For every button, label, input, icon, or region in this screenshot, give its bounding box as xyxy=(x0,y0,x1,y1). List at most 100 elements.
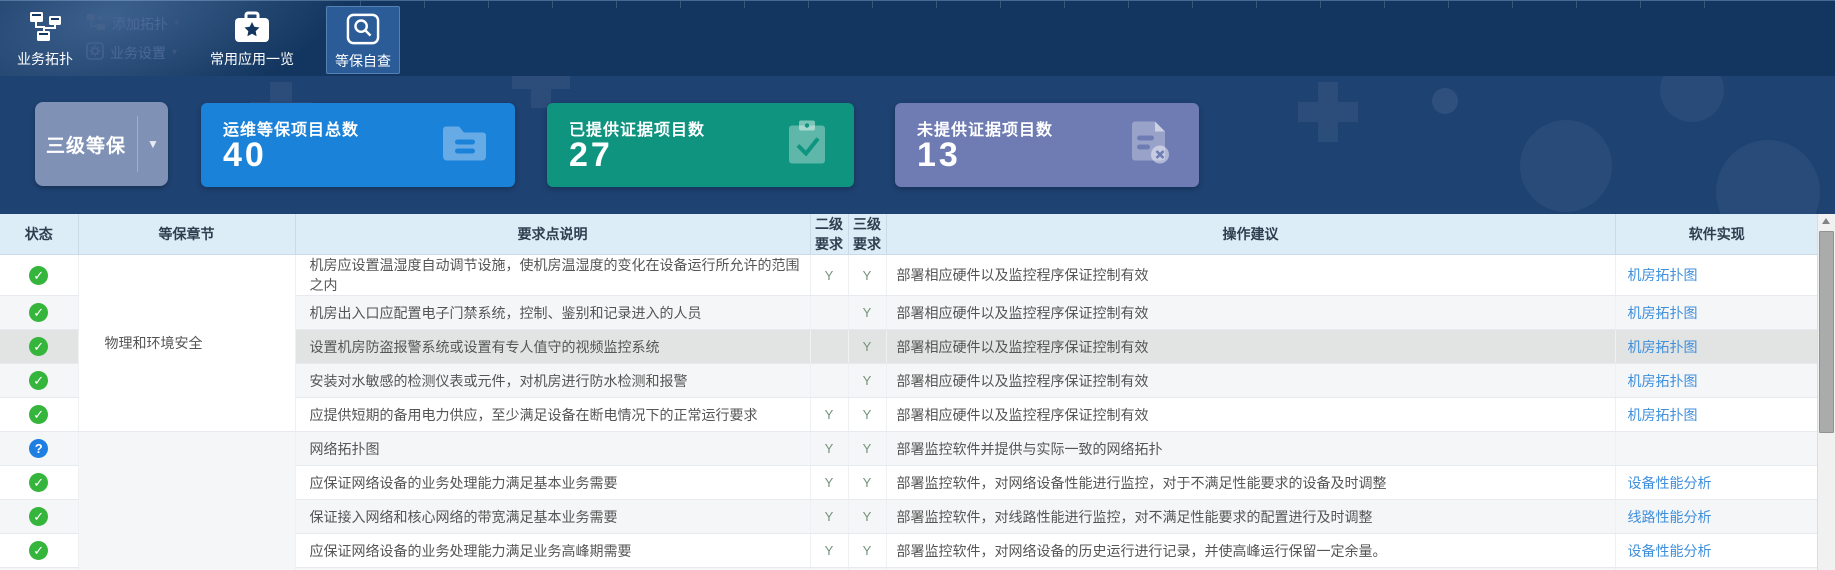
protection-level-value: 三级等保 xyxy=(35,131,137,158)
status-pass-icon: ✓ xyxy=(29,405,48,424)
chapter-cell: 网络和通信安全-网络架构 xyxy=(78,432,295,570)
software-link[interactable]: 机房拓扑图 xyxy=(1628,373,1698,389)
software-link[interactable]: 机房拓扑图 xyxy=(1628,267,1698,283)
evidence-provided-value: 27 xyxy=(569,136,613,175)
top-toolbar: 业务拓扑 添加拓扑 ▾ 业务设置 ▾ 常用应用一览 等保自查 xyxy=(0,0,1835,76)
table-header-row: 状态 等保章节 要求点说明 二级要求 三级要求 操作建议 软件实现 xyxy=(0,214,1818,255)
business-topology-button[interactable]: 业务拓扑 xyxy=(12,11,78,69)
chapter-cell: 物理和环境安全 xyxy=(78,255,295,432)
common-apps-label: 常用应用一览 xyxy=(210,51,294,67)
software-link[interactable]: 机房拓扑图 xyxy=(1628,339,1698,355)
evidence-provided-card[interactable]: 已提供证据项目数 27 xyxy=(547,103,854,187)
chevron-down-icon: ▼ xyxy=(138,137,168,151)
status-pass-icon: ✓ xyxy=(29,337,48,356)
table-row[interactable]: ✓物理和环境安全机房应设置温湿度自动调节设施，使机房温湿度的变化在设备运行所允许… xyxy=(0,255,1818,296)
level3-cell: Y xyxy=(848,466,886,500)
table-body: ✓物理和环境安全机房应设置温湿度自动调节设施，使机房温湿度的变化在设备运行所允许… xyxy=(0,255,1818,570)
software-link[interactable]: 机房拓扑图 xyxy=(1628,305,1698,321)
business-settings-label: 业务设置 xyxy=(110,43,166,63)
advice-cell: 部署相应硬件以及监控程序保证控制有效 xyxy=(886,364,1615,398)
level2-cell xyxy=(810,330,848,364)
status-cell: ✓ xyxy=(0,296,78,330)
requirement-cell: 应提供短期的备用电力供应，至少满足设备在断电情况下的正常运行要求 xyxy=(295,398,810,432)
header-status: 状态 xyxy=(0,214,78,255)
advice-cell: 部署相应硬件以及监控程序保证控制有效 xyxy=(886,330,1615,364)
total-projects-card[interactable]: 运维等保项目总数 40 xyxy=(201,103,515,187)
software-cell: 设备性能分析 xyxy=(1615,466,1818,500)
software-cell xyxy=(1615,432,1818,466)
level2-cell xyxy=(810,296,848,330)
requirement-cell: 网络拓扑图 xyxy=(295,432,810,466)
business-settings-button-disabled: 业务设置 ▾ xyxy=(86,42,196,63)
status-cell: ✓ xyxy=(0,330,78,364)
level3-cell: Y xyxy=(848,296,886,330)
software-cell: 机房拓扑图 xyxy=(1615,296,1818,330)
toolbar-top-highlight xyxy=(0,0,1835,1)
scrollbar-thumb[interactable] xyxy=(1819,231,1834,433)
level3-cell: Y xyxy=(848,534,886,568)
evidence-missing-card[interactable]: 未提供证据项目数 13 xyxy=(895,103,1199,187)
software-cell: 机房拓扑图 xyxy=(1615,398,1818,432)
settings-icon xyxy=(86,42,104,63)
advice-cell: 部署监控软件，对网络设备的历史运行进行记录，并使高峰运行保留一定余量。 xyxy=(886,534,1615,568)
header-chapter: 等保章节 xyxy=(78,214,295,255)
status-pass-icon: ✓ xyxy=(29,473,48,492)
add-topology-button-disabled: 添加拓扑 ▾ xyxy=(86,13,196,34)
chevron-down-icon: ▾ xyxy=(174,18,179,29)
software-link[interactable]: 机房拓扑图 xyxy=(1628,407,1698,423)
scroll-up-icon[interactable] xyxy=(1822,218,1830,224)
level2-cell: Y xyxy=(810,466,848,500)
software-cell: 机房拓扑图 xyxy=(1615,255,1818,296)
document-x-icon xyxy=(1129,120,1173,171)
requirement-cell: 应保证网络设备的业务处理能力满足业务高峰期需要 xyxy=(295,534,810,568)
requirement-cell: 应保证网络设备的业务处理能力满足基本业务需要 xyxy=(295,466,810,500)
advice-cell: 部署相应硬件以及监控程序保证控制有效 xyxy=(886,296,1615,330)
stats-band: 三级等保 ▼ 运维等保项目总数 40 已提供证据项目数 27 未提供证据项目数 … xyxy=(0,76,1835,214)
clipboard-check-icon xyxy=(786,120,828,171)
software-link[interactable]: 设备性能分析 xyxy=(1628,475,1712,491)
status-cell: ✓ xyxy=(0,364,78,398)
status-cell: ✓ xyxy=(0,466,78,500)
status-pass-icon: ✓ xyxy=(29,507,48,526)
level3-cell: Y xyxy=(848,330,886,364)
level2-cell xyxy=(810,364,848,398)
header-software: 软件实现 xyxy=(1615,214,1818,255)
level2-cell: Y xyxy=(810,398,848,432)
compliance-self-check-button-selected[interactable]: 等保自查 xyxy=(326,6,400,74)
magnifier-icon xyxy=(327,13,399,48)
status-cell: ✓ xyxy=(0,255,78,296)
status-cell: ✓ xyxy=(0,398,78,432)
level2-cell: Y xyxy=(810,432,848,466)
status-pass-icon: ✓ xyxy=(29,303,48,322)
status-pass-icon: ✓ xyxy=(29,371,48,390)
level2-cell: Y xyxy=(810,255,848,296)
status-pass-icon: ✓ xyxy=(29,541,48,560)
add-topology-icon xyxy=(86,13,106,34)
software-link[interactable]: 线路性能分析 xyxy=(1628,509,1712,525)
vertical-scrollbar[interactable] xyxy=(1817,214,1835,570)
circle-decoration xyxy=(1520,120,1612,212)
advice-cell: 部署监控软件，对线路性能进行监控，对不满足性能要求的配置进行及时调整 xyxy=(886,500,1615,534)
advice-cell: 部署监控软件并提供与实际一致的网络拓扑 xyxy=(886,432,1615,466)
table-row[interactable]: ?网络和通信安全-网络架构网络拓扑图YY部署监控软件并提供与实际一致的网络拓扑 xyxy=(0,432,1818,466)
software-link[interactable]: 设备性能分析 xyxy=(1628,543,1712,559)
software-cell: 机房拓扑图 xyxy=(1615,364,1818,398)
advice-cell: 部署相应硬件以及监控程序保证控制有效 xyxy=(886,255,1615,296)
header-level2: 二级要求 xyxy=(810,214,848,255)
business-topology-label: 业务拓扑 xyxy=(17,51,73,67)
common-apps-button[interactable]: 常用应用一览 xyxy=(206,11,298,69)
header-level3: 三级要求 xyxy=(848,214,886,255)
level3-cell: Y xyxy=(848,398,886,432)
status-question-icon: ? xyxy=(29,439,48,458)
advice-cell: 部署相应硬件以及监控程序保证控制有效 xyxy=(886,398,1615,432)
requirement-cell: 机房出入口应配置电子门禁系统，控制、鉴别和记录进入的人员 xyxy=(295,296,810,330)
level3-cell: Y xyxy=(848,432,886,466)
advice-cell: 部署监控软件，对网络设备性能进行监控，对于不满足性能要求的设备及时调整 xyxy=(886,466,1615,500)
software-cell: 线路性能分析 xyxy=(1615,500,1818,534)
briefcase-star-icon xyxy=(206,11,298,46)
protection-level-dropdown[interactable]: 三级等保 ▼ xyxy=(35,102,168,186)
evidence-missing-value: 13 xyxy=(917,136,961,175)
circle-decoration xyxy=(1660,76,1724,122)
compliance-table: 状态 等保章节 要求点说明 二级要求 三级要求 操作建议 软件实现 ✓物理和环境… xyxy=(0,214,1818,570)
requirement-cell: 安装对水敏感的检测仪表或元件，对机房进行防水检测和报警 xyxy=(295,364,810,398)
